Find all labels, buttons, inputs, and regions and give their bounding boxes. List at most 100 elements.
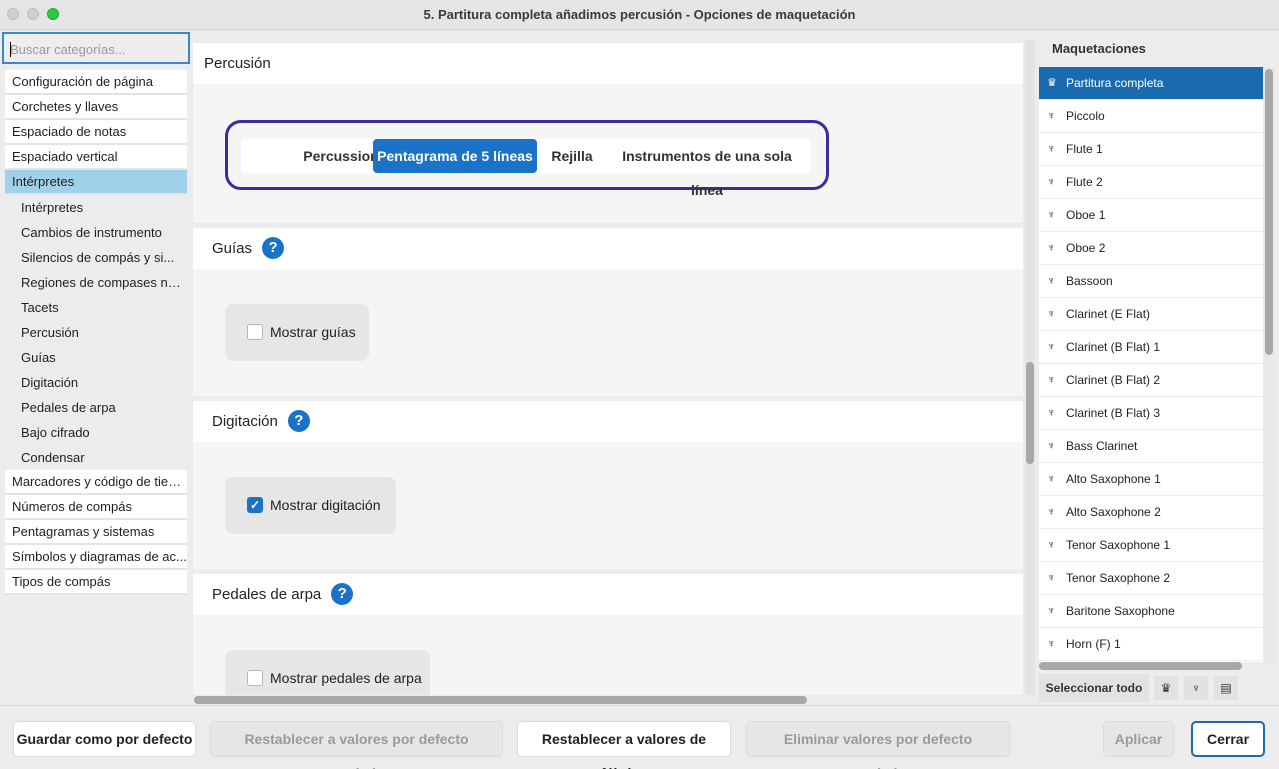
part-icon: ♆ bbox=[1047, 506, 1056, 518]
help-icon[interactable]: ? bbox=[331, 582, 354, 605]
category-players[interactable]: Intérpretes bbox=[5, 170, 187, 195]
layout-label: Baritone Saxophone bbox=[1066, 604, 1175, 618]
save-as-default-button[interactable]: Guardar como por defecto bbox=[13, 721, 196, 757]
option-single-line-instruments[interactable]: Instrumentos de una sola línea bbox=[607, 139, 807, 198]
subcategory-bar-rests[interactable]: Silencios de compás y si... bbox=[5, 245, 187, 270]
part-icon: ♆ bbox=[1047, 242, 1056, 254]
layout-label: Clarinet (E Flat) bbox=[1066, 307, 1151, 321]
layout-item[interactable]: ♛ Partitura completa bbox=[1039, 67, 1263, 100]
layouts-horizontal-scroll-thumb[interactable] bbox=[1039, 662, 1242, 670]
show-fingering-checkbox[interactable]: ✓ bbox=[247, 497, 263, 513]
layout-item[interactable]: ♆ Alto Saxophone 2 bbox=[1039, 496, 1263, 529]
option-five-line-staff[interactable]: Pentagrama de 5 líneas bbox=[373, 139, 537, 173]
content-horizontal-scroll-thumb[interactable] bbox=[194, 696, 807, 704]
layout-label: Bass Clarinet bbox=[1066, 439, 1138, 453]
layout-label: Alto Saxophone 1 bbox=[1066, 472, 1161, 486]
layout-item[interactable]: ♆ Baritone Saxophone bbox=[1039, 595, 1263, 628]
layout-item[interactable]: ♆ Clarinet (B Flat) 3 bbox=[1039, 397, 1263, 430]
show-cues-checkbox[interactable] bbox=[247, 324, 263, 340]
section-percussion: Percusión Percussion Pentagrama de 5 lín… bbox=[193, 43, 1023, 223]
delete-saved-defaults-button[interactable]: Eliminar valores por defecto guardados bbox=[746, 721, 1010, 769]
layout-item[interactable]: ♆ Oboe 2 bbox=[1039, 232, 1263, 265]
layout-item[interactable]: ♆ Tenor Saxophone 1 bbox=[1039, 529, 1263, 562]
select-all-button[interactable]: Seleccionar todo bbox=[1039, 674, 1149, 702]
subcategory-percussion[interactable]: Percusión bbox=[5, 320, 187, 345]
section-title-fingering: Digitación? bbox=[193, 401, 1023, 442]
subcategory-cues[interactable]: Guías bbox=[5, 345, 187, 370]
layouts-list: ♛ Partitura completa ♆ Piccolo ♆ Flute 1 ♆ F… bbox=[1039, 67, 1263, 662]
subcategory-fingering[interactable]: Digitación bbox=[5, 370, 187, 395]
layout-label: Bassoon bbox=[1066, 274, 1113, 288]
part-icon: ♆ bbox=[1047, 440, 1056, 452]
category-brackets-braces[interactable]: Corchetes y llaves bbox=[5, 95, 187, 120]
show-cues-option[interactable]: Mostrar guías bbox=[225, 304, 369, 361]
part-icon: ♆ bbox=[1047, 407, 1056, 419]
title-bar: 5. Partitura completa añadimos percusión… bbox=[0, 0, 1279, 30]
category-staves-systems[interactable]: Pentagramas y sistemas bbox=[5, 520, 187, 545]
category-chord-symbols[interactable]: Símbolos y diagramas de ac... bbox=[5, 545, 187, 570]
layout-item[interactable]: ♆ Flute 1 bbox=[1039, 133, 1263, 166]
category-markers-timecode[interactable]: Marcadores y código de tiem... bbox=[5, 470, 187, 495]
layout-label: Flute 2 bbox=[1066, 175, 1103, 189]
apply-button[interactable]: Aplicar bbox=[1103, 721, 1174, 757]
category-vertical-spacing[interactable]: Espaciado vertical bbox=[5, 145, 187, 170]
subcategory-players[interactable]: Intérpretes bbox=[5, 195, 187, 220]
harp-pedals-title: Pedales de arpa bbox=[212, 586, 322, 603]
category-note-spacing[interactable]: Espaciado de notas bbox=[5, 120, 187, 145]
section-title-harp-pedals: Pedales de arpa? bbox=[193, 574, 1023, 615]
subcategory-tacets[interactable]: Tacets bbox=[5, 295, 187, 320]
show-harp-pedals-option[interactable]: Mostrar pedales de arpa bbox=[225, 650, 430, 695]
layout-item[interactable]: ♆ Alto Saxophone 1 bbox=[1039, 463, 1263, 496]
layout-item[interactable]: ♆ Clarinet (E Flat) bbox=[1039, 298, 1263, 331]
search-categories-input[interactable]: Buscar categorías... bbox=[2, 32, 190, 64]
content-horizontal-scrollbar[interactable] bbox=[193, 695, 1023, 705]
layout-label: Piccolo bbox=[1066, 109, 1105, 123]
select-parts-button[interactable]: ♆ bbox=[1184, 676, 1208, 700]
category-bar-numbers[interactable]: Números de compás bbox=[5, 495, 187, 520]
layout-item[interactable]: ♆ Clarinet (B Flat) 2 bbox=[1039, 364, 1263, 397]
show-fingering-label: Mostrar digitación bbox=[270, 497, 381, 513]
category-sidebar: Buscar categorías... Configuración de pá… bbox=[0, 30, 190, 704]
close-button[interactable]: Cerrar bbox=[1191, 721, 1265, 757]
layouts-vertical-scroll-thumb[interactable] bbox=[1265, 69, 1273, 355]
layouts-vertical-scrollbar[interactable] bbox=[1264, 67, 1275, 664]
subcategory-figured-bass[interactable]: Bajo cifrado bbox=[5, 420, 187, 445]
show-harp-pedals-label: Mostrar pedales de arpa bbox=[270, 670, 422, 686]
reset-saved-defaults-button[interactable]: Restablecer a valores por defecto guarda… bbox=[210, 721, 503, 769]
show-fingering-option[interactable]: ✓ Mostrar digitación bbox=[225, 477, 396, 534]
percussion-option-group: Percussion Pentagrama de 5 líneas Rejill… bbox=[225, 120, 829, 198]
layout-item[interactable]: ♆ Bass Clarinet bbox=[1039, 430, 1263, 463]
select-full-scores-button[interactable]: ♛ bbox=[1154, 676, 1178, 700]
content-vertical-scroll-thumb[interactable] bbox=[1026, 362, 1034, 464]
show-harp-pedals-checkbox[interactable] bbox=[247, 670, 263, 686]
part-icon: ♆ bbox=[1047, 341, 1056, 353]
layout-label: Tenor Saxophone 2 bbox=[1066, 571, 1171, 585]
layout-item[interactable]: ♆ Clarinet (B Flat) 1 bbox=[1039, 331, 1263, 364]
category-page-setup[interactable]: Configuración de página bbox=[5, 70, 187, 95]
select-custom-layouts-button[interactable]: ▤ bbox=[1214, 676, 1238, 700]
content-vertical-scrollbar[interactable] bbox=[1025, 40, 1035, 695]
layout-item[interactable]: ♆ Horn (F) 1 bbox=[1039, 628, 1263, 661]
layouts-title: Maquetaciones bbox=[1052, 41, 1146, 56]
help-icon[interactable]: ? bbox=[262, 236, 285, 259]
layout-item[interactable]: ♆ Piccolo bbox=[1039, 100, 1263, 133]
part-icon: ♆ bbox=[1047, 275, 1056, 287]
category-list: Configuración de página Corchetes y llav… bbox=[5, 70, 187, 595]
layout-item[interactable]: ♆ Bassoon bbox=[1039, 265, 1263, 298]
part-icon: ♆ bbox=[1047, 539, 1056, 551]
category-time-signatures[interactable]: Tipos de compás bbox=[5, 570, 187, 595]
layout-label: Clarinet (B Flat) 3 bbox=[1066, 406, 1161, 420]
layout-item[interactable]: ♆ Flute 2 bbox=[1039, 166, 1263, 199]
layout-item[interactable]: ♆ Tenor Saxophone 2 bbox=[1039, 562, 1263, 595]
help-icon[interactable]: ? bbox=[287, 409, 310, 432]
subcategory-instrument-changes[interactable]: Cambios de instrumento bbox=[5, 220, 187, 245]
dialog-footer: Guardar como por defecto Restablecer a v… bbox=[0, 705, 1279, 769]
section-harp-pedals: Pedales de arpa? Mostrar pedales de arpa bbox=[193, 574, 1023, 695]
layouts-horizontal-scrollbar[interactable] bbox=[1039, 662, 1263, 671]
option-grid[interactable]: Rejilla bbox=[541, 139, 603, 173]
layout-item[interactable]: ♆ Oboe 1 bbox=[1039, 199, 1263, 232]
subcategory-numbered-bar-regions[interactable]: Regiones de compases num... bbox=[5, 270, 187, 295]
subcategory-harp-pedals[interactable]: Pedales de arpa bbox=[5, 395, 187, 420]
subcategory-condensing[interactable]: Condensar bbox=[5, 445, 187, 470]
reset-factory-button[interactable]: Restablecer a valores de fábrica bbox=[517, 721, 731, 769]
